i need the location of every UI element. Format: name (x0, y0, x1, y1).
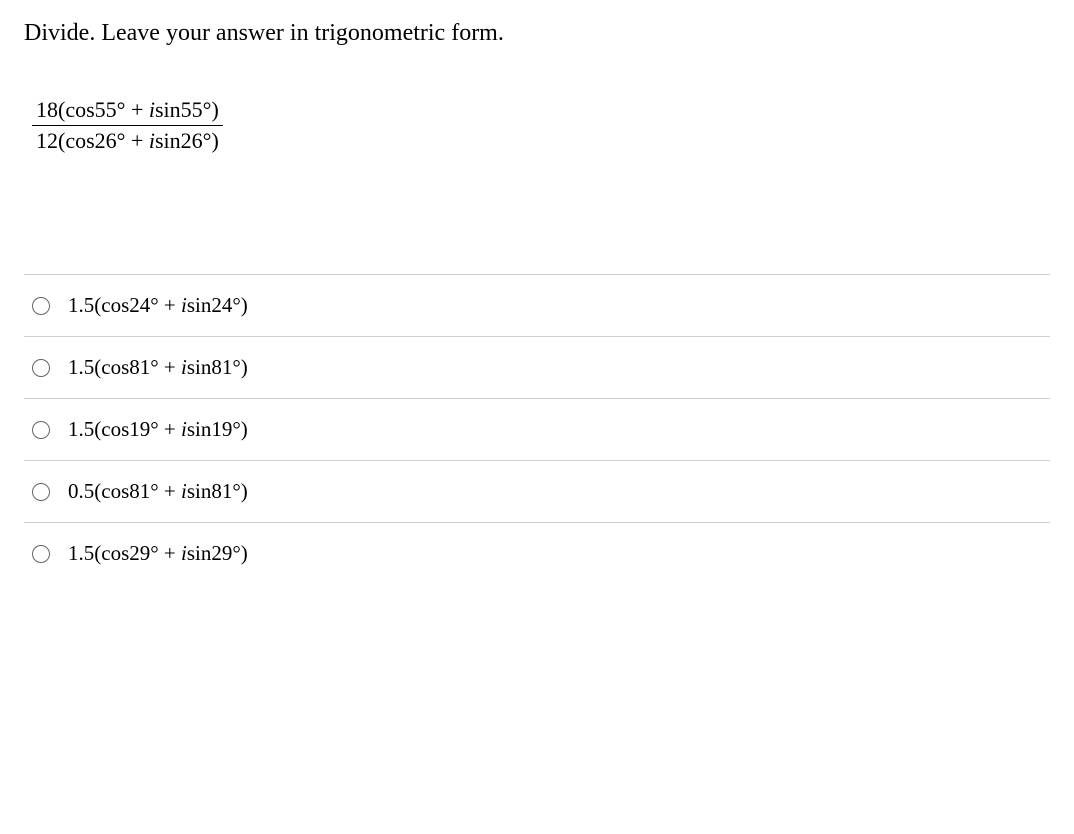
radio-icon (32, 297, 50, 315)
option-5[interactable]: 1.5(cos29° + isin29°) (24, 522, 1050, 584)
option-label: 1.5(cos29° + isin29°) (68, 541, 248, 566)
radio-icon (32, 483, 50, 501)
question-expression: 18(cos55° + isin55°) 12(cos26° + isin26°… (32, 97, 223, 154)
option-label: 1.5(cos24° + isin24°) (68, 293, 248, 318)
radio-icon (32, 421, 50, 439)
option-2[interactable]: 1.5(cos81° + isin81°) (24, 336, 1050, 398)
expression-numerator: 18(cos55° + isin55°) (32, 97, 223, 126)
option-1[interactable]: 1.5(cos24° + isin24°) (24, 274, 1050, 336)
option-label: 1.5(cos19° + isin19°) (68, 417, 248, 442)
expression-denominator: 12(cos26° + isin26°) (32, 126, 223, 154)
option-label: 1.5(cos81° + isin81°) (68, 355, 248, 380)
answer-options: 1.5(cos24° + isin24°) 1.5(cos81° + isin8… (24, 274, 1050, 584)
radio-icon (32, 545, 50, 563)
option-4[interactable]: 0.5(cos81° + isin81°) (24, 460, 1050, 522)
option-3[interactable]: 1.5(cos19° + isin19°) (24, 398, 1050, 460)
radio-icon (32, 359, 50, 377)
question-prompt: Divide. Leave your answer in trigonometr… (24, 20, 1050, 47)
option-label: 0.5(cos81° + isin81°) (68, 479, 248, 504)
